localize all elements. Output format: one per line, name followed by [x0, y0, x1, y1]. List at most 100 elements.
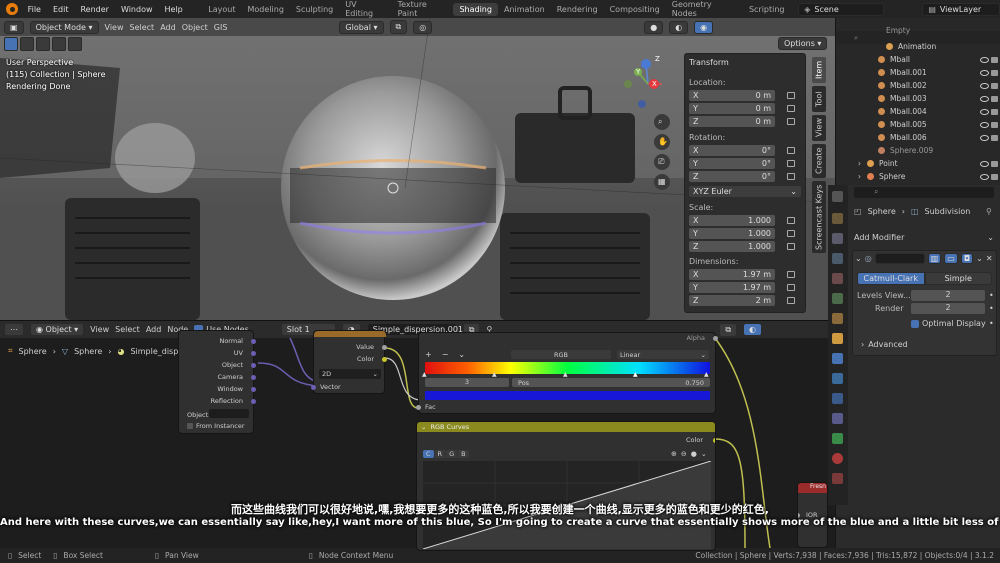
rotation-z-field[interactable]: Z 0°	[689, 171, 775, 182]
color-stop-marker-active[interactable]: ▲	[633, 371, 638, 378]
color-stop-marker[interactable]: ▲	[492, 371, 497, 378]
texture-type-dropdown[interactable]: 2D ⌄	[319, 369, 381, 379]
fresnel-header[interactable]: Fresn	[798, 483, 827, 493]
chevron-down-icon[interactable]: ⌄	[458, 350, 465, 359]
pan-hand-icon[interactable]: ✋	[658, 137, 668, 146]
scale-z-field[interactable]: Z 1.000	[689, 241, 775, 252]
socket[interactable]	[311, 385, 316, 390]
sidebar-tab-item[interactable]: Item	[812, 57, 826, 83]
rotation-x-field[interactable]: X 0°	[689, 145, 775, 156]
tab-layout[interactable]: Layout	[202, 3, 241, 16]
lock-icon[interactable]	[787, 160, 795, 167]
tab-modeling[interactable]: Modeling	[242, 3, 290, 16]
curve-channel-c[interactable]: C	[423, 450, 434, 458]
levels-viewport-field[interactable]: 2	[911, 290, 985, 301]
proportional-edit-icon[interactable]: ◎	[413, 20, 433, 34]
stop-color-swatch[interactable]	[425, 391, 710, 400]
socket[interactable]	[251, 387, 256, 392]
viewport-toggle-icon[interactable]: ▭	[944, 253, 958, 264]
tab-compositing[interactable]: Compositing	[604, 3, 666, 16]
catmull-clark-tab[interactable]: Catmull-Clark	[857, 271, 925, 285]
outliner-item[interactable]: Sphere.009	[836, 144, 1000, 157]
socket[interactable]	[251, 399, 256, 404]
particles-properties-icon[interactable]	[832, 373, 843, 384]
close-icon[interactable]: ✕	[986, 254, 993, 263]
animate-dot-icon[interactable]: •	[989, 319, 994, 328]
sidebar-tab-screencast-keys[interactable]: Screencast Keys	[812, 181, 826, 253]
viewport-menu-gis[interactable]: GIS	[214, 23, 228, 32]
expand-arrow-icon[interactable]: ›	[858, 172, 861, 181]
tab-uv-editing[interactable]: UV Editing	[339, 0, 391, 20]
lock-icon[interactable]	[787, 147, 795, 154]
collapse-arrow-icon[interactable]: ⌄	[855, 254, 862, 263]
menu-edit[interactable]: Edit	[47, 5, 75, 14]
zoom-icon[interactable]: ⌕	[658, 117, 662, 127]
chevron-down-icon[interactable]: ⌄	[701, 450, 707, 458]
sidebar-tab-tool[interactable]: Tool	[812, 86, 826, 112]
viewport-menu-view[interactable]: View	[105, 23, 124, 32]
texture-node[interactable]: Value Color 2D ⌄ Vector	[311, 330, 387, 394]
options-dropdown[interactable]: Options ▾	[778, 37, 828, 50]
collection-properties-icon[interactable]	[832, 313, 843, 324]
lock-icon[interactable]	[787, 118, 795, 125]
outliner-item[interactable]: Mball.002	[836, 79, 1000, 92]
pin-icon[interactable]: ⚲	[986, 207, 992, 216]
texture-coordinate-node[interactable]: Normal UV Object Camera Window Reflectio…	[178, 330, 256, 434]
blender-logo-icon[interactable]	[6, 3, 18, 15]
socket[interactable]	[251, 363, 256, 368]
remove-stop-icon[interactable]: −	[442, 350, 449, 359]
scene-properties-icon[interactable]	[832, 273, 843, 284]
tool-properties-icon[interactable]	[832, 191, 843, 202]
output-properties-icon[interactable]	[832, 233, 843, 244]
advanced-subpanel-header[interactable]: › Advanced	[861, 340, 908, 349]
node-snap-icon[interactable]: ⧉	[719, 322, 738, 337]
tab-sculpting[interactable]: Sculpting	[290, 3, 339, 16]
view-layer-properties-icon[interactable]	[832, 253, 843, 264]
eye-icon[interactable]	[980, 56, 989, 63]
rotation-y-field[interactable]: Y 0°	[689, 158, 775, 169]
physics-properties-icon[interactable]	[832, 393, 843, 404]
lock-icon[interactable]	[787, 105, 795, 112]
node-editor-type-icon[interactable]: ⋯	[4, 323, 24, 336]
add-modifier-dropdown[interactable]: Add Modifier ⌄	[854, 230, 994, 244]
socket[interactable]	[251, 339, 256, 344]
eye-icon[interactable]	[980, 160, 989, 167]
select-mode-new-icon[interactable]	[20, 37, 34, 51]
from-instancer-checkbox[interactable]	[187, 423, 193, 429]
chevron-down-icon[interactable]: ⌄	[976, 254, 983, 263]
stop-position-field[interactable]: Pos 0.750	[512, 378, 710, 387]
socket[interactable]	[251, 351, 256, 356]
socket[interactable]	[416, 405, 421, 410]
location-z-field[interactable]: Z 0 m	[689, 116, 775, 127]
menu-file[interactable]: File	[22, 5, 47, 14]
constraints-properties-icon[interactable]	[832, 413, 843, 424]
lock-icon[interactable]	[787, 92, 795, 99]
modifier-name-field[interactable]	[874, 253, 925, 264]
outliner-item[interactable]: Mball	[836, 53, 1000, 66]
navigation-gizmo[interactable]	[618, 56, 674, 196]
outliner-item[interactable]: › Sphere	[836, 170, 1000, 183]
transform-orientation-dropdown[interactable]: Global ▾	[339, 20, 384, 34]
eye-icon[interactable]	[980, 173, 989, 180]
socket[interactable]	[382, 345, 387, 350]
simple-tab[interactable]: Simple	[924, 271, 992, 285]
camera-icon[interactable]	[991, 160, 998, 167]
menu-help[interactable]: Help	[159, 5, 189, 14]
node-menu-view[interactable]: View	[90, 325, 109, 334]
select-box-icon[interactable]	[4, 37, 18, 51]
lock-icon[interactable]	[787, 230, 795, 237]
add-stop-icon[interactable]: +	[425, 350, 432, 359]
viewport-shading-rendered-icon[interactable]: ◉	[694, 20, 714, 34]
camera-icon[interactable]	[991, 69, 998, 76]
lock-icon[interactable]	[787, 243, 795, 250]
color-stop-marker[interactable]: ▲	[704, 371, 709, 378]
outliner-item[interactable]: Mball.003	[836, 92, 1000, 105]
camera-icon[interactable]	[991, 173, 998, 180]
tab-geometry-nodes[interactable]: Geometry Nodes	[666, 0, 743, 20]
outliner-item[interactable]: Empty	[836, 24, 1000, 37]
tab-animation[interactable]: Animation	[498, 3, 551, 16]
view-layer-selector[interactable]: ▤ ViewLayer	[922, 2, 1000, 16]
editor-type-icon[interactable]: ▣	[4, 20, 24, 34]
menu-window[interactable]: Window	[115, 5, 159, 14]
dimensions-y-field[interactable]: Y 1.97 m	[689, 282, 775, 293]
